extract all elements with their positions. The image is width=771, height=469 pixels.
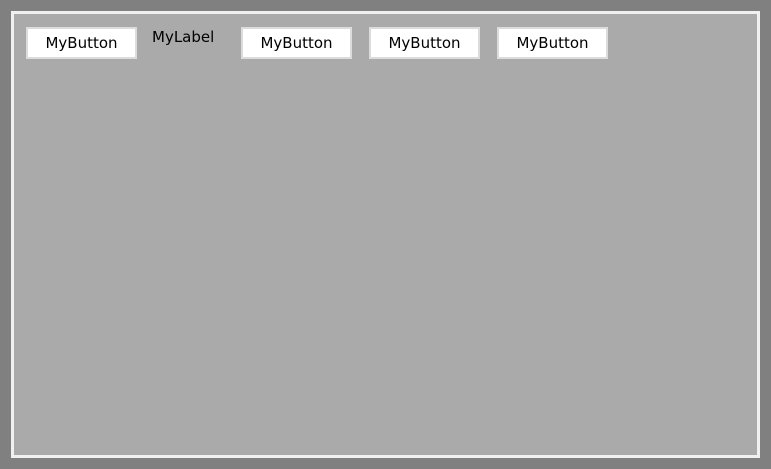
mybutton-4-label: MyButton [516,33,589,52]
content-panel: MyButton MyLabel MyButton MyButton MyBut… [11,11,760,458]
mybutton-1[interactable]: MyButton [26,27,137,59]
mybutton-3-label: MyButton [388,33,461,52]
mybutton-3[interactable]: MyButton [369,27,480,59]
mybutton-1-label: MyButton [45,33,118,52]
mybutton-4[interactable]: MyButton [497,27,608,59]
mylabel: MyLabel [152,28,215,46]
mybutton-2-label: MyButton [260,33,333,52]
mybutton-2[interactable]: MyButton [241,27,352,59]
